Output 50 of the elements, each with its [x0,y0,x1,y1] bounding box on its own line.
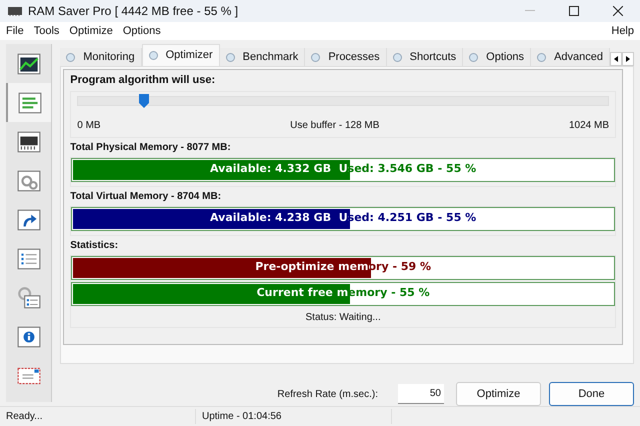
menu-item[interactable]: File [3,22,27,40]
radio-icon [311,52,320,62]
slider-min-label: 0 MB [77,118,101,132]
radio-icon [469,52,478,62]
refresh-rate-field[interactable]: 50 [398,384,444,404]
slider-thumb[interactable] [139,94,150,108]
menu-item[interactable]: Help [608,22,637,40]
radio-icon [392,52,402,62]
status-bar-text: Ready... [0,409,196,424]
menu-item[interactable]: Options [120,22,164,40]
left-arrow-icon [614,56,618,62]
window-title: RAM Saver Pro [ 4442 MB free - 55 % ] [28,3,238,20]
slider-max-label: 1024 MB [568,118,609,132]
info-icon [16,324,42,350]
right-arrow-icon [626,56,630,62]
section-heading: Statistics: [70,238,120,252]
tab[interactable]: Processes [305,48,387,66]
tab-scroll-right-button[interactable] [622,52,634,66]
checklist-icon [16,246,42,272]
status-text: Status: Waiting... [304,310,382,324]
action-button[interactable]: Done [549,382,634,406]
radio-icon [226,52,235,62]
memory-chip-icon [8,6,22,16]
radio-icon [66,52,76,62]
refresh-rate-label: Refresh Rate (m.sec.): [277,388,378,402]
tab[interactable]: Shortcuts [386,48,464,66]
tab[interactable]: Advanced [531,48,610,66]
minimize-icon [525,10,535,12]
radio-icon [537,52,546,62]
action-button[interactable]: Optimize [456,382,541,406]
tab-scroll-left-button[interactable] [610,52,622,66]
tab[interactable]: Options [463,48,532,66]
tab[interactable]: Monitoring [60,48,142,66]
radio-icon [148,51,158,60]
maximize-icon [569,6,579,16]
section-heading: Program algorithm will use: [70,73,216,88]
tab[interactable]: Benchmark [220,48,306,66]
menu-item[interactable]: Tools [30,22,62,40]
close-icon [613,6,623,16]
gears-icon [16,168,42,194]
bars-icon [16,90,43,116]
section-heading: Total Physical Memory - 8077 MB: [70,140,232,154]
chart-icon [16,50,42,76]
gear-checklist-icon [16,284,42,310]
slider-reading: Use buffer - 128 MB [290,118,380,132]
chip-icon [16,128,42,154]
status-bar-text: Uptime - 01:04:56 [196,409,392,424]
tab[interactable]: Optimizer [142,44,220,66]
menu-item[interactable]: Optimize [66,22,116,40]
section-heading: Total Virtual Memory - 8704 MB: [70,190,222,204]
